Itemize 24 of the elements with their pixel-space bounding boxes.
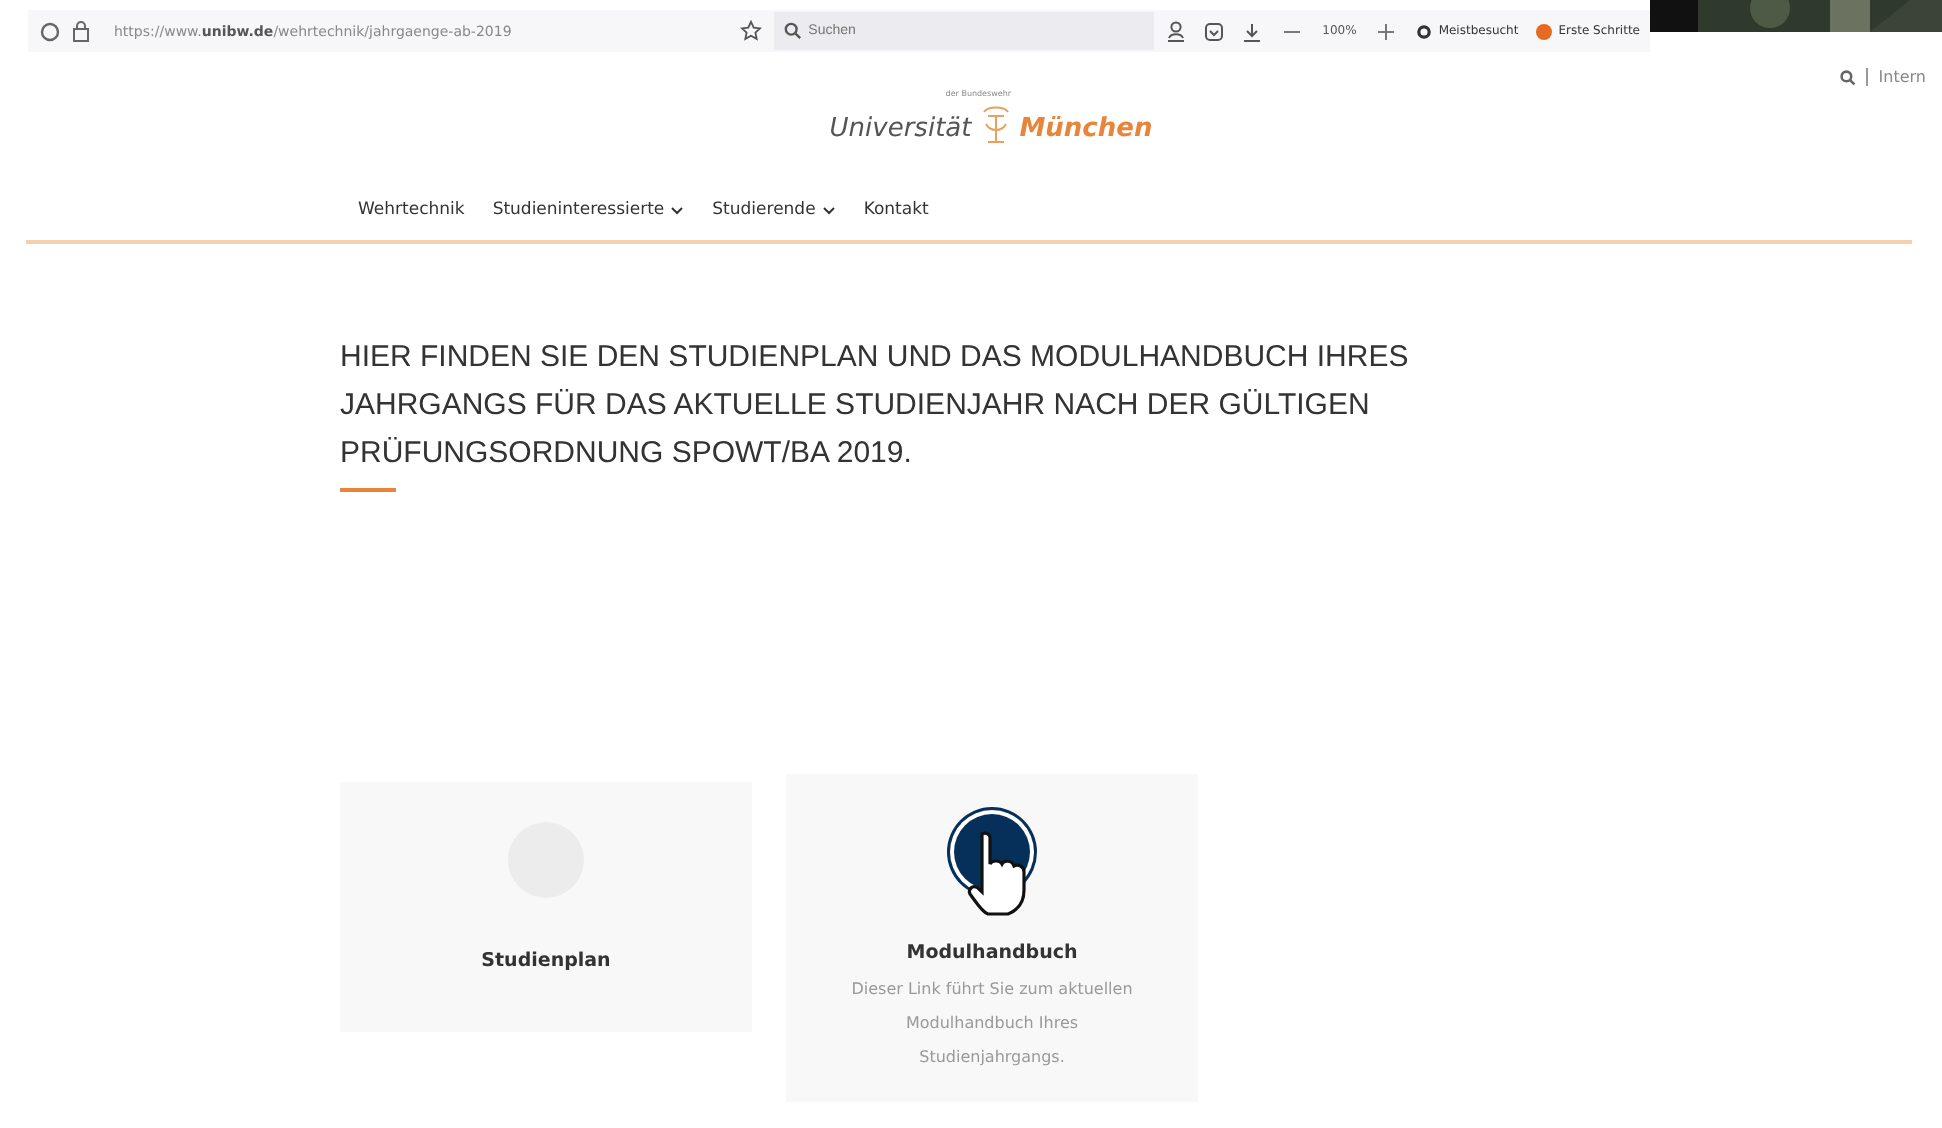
search-icon	[784, 22, 803, 40]
link-card[interactable]: Studienplan	[340, 782, 752, 1032]
card-title: Modulhandbuch	[906, 942, 1078, 964]
plus-icon	[1378, 23, 1395, 39]
chevron-down-icon	[821, 205, 836, 215]
nav-link[interactable]: Wehrtechnik	[358, 200, 465, 220]
card-description: Dieser Link führt Sie zum aktuellen Modulhandbuch Ihres Studienjahrgangs.	[849, 978, 1135, 1070]
download-icon[interactable]	[1242, 21, 1263, 41]
page-heading: HIER FINDEN SIE DEN STUDIENPLAN UND DAS MODULHANDBUCH IHRES JAHRGANGS FÜR DAS AKTUELLE STUDIENJAHR NACH DER GÜLTIGEN PRÜFUNGSORDNUNG SPOWT/BA 2019.	[340, 338, 1411, 474]
minus-icon	[1284, 29, 1301, 33]
zoom-out-button[interactable]	[1280, 25, 1305, 37]
zoom-in-button[interactable]	[1374, 19, 1399, 43]
nav-link[interactable]: Studierende	[712, 200, 836, 220]
card-title: Studienplan	[481, 950, 611, 972]
search-icon[interactable]	[1840, 69, 1857, 85]
lock-icon[interactable]	[72, 20, 90, 42]
chevron-down-icon	[670, 205, 685, 215]
link-card[interactable]: Modulhandbuch Dieser Link führt Sie zum aktuellen Modulhandbuch Ihres Studienjahrgangs.	[786, 774, 1198, 1102]
intern-link[interactable]: Intern	[1878, 68, 1926, 86]
nav-link[interactable]: Studieninteressierte	[492, 200, 685, 220]
star-icon[interactable]	[740, 20, 763, 42]
pocket-icon[interactable]	[1204, 21, 1225, 41]
nav-link[interactable]: Kontakt	[863, 200, 929, 220]
account-icon[interactable]	[1166, 20, 1187, 42]
